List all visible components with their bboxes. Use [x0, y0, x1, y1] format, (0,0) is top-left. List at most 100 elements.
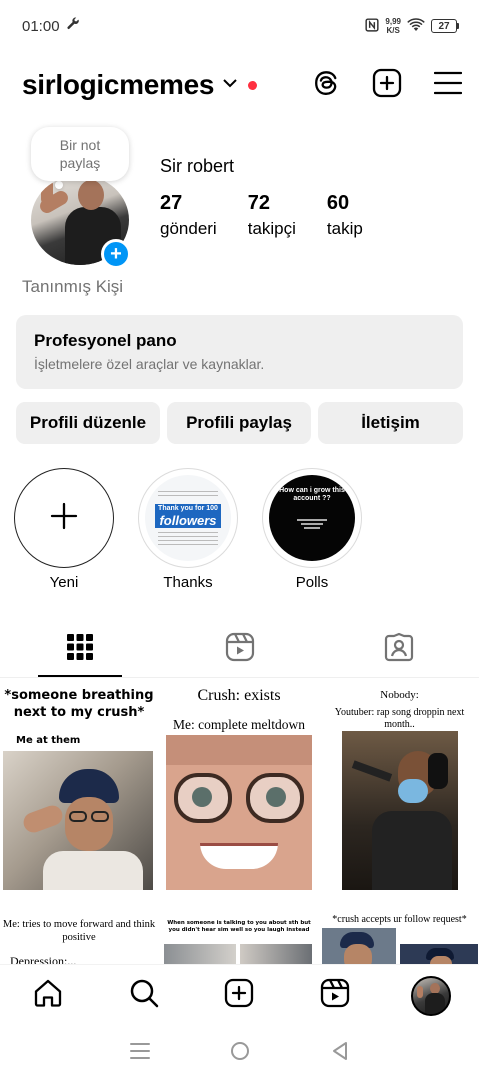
- pro-dashboard-title: Profesyonel pano: [34, 331, 177, 350]
- bottom-navigation: [0, 964, 479, 1026]
- profile-avatar[interactable]: +: [31, 175, 131, 269]
- cover-poll-lines: [297, 517, 327, 531]
- post-thumbnail[interactable]: When someone is talking to you about sth…: [160, 892, 318, 964]
- header-icons: [312, 68, 463, 103]
- account-switcher[interactable]: sirlogicmemes: [22, 69, 258, 101]
- note-line1: Bir not: [59, 137, 101, 153]
- tab-tagged[interactable]: [319, 622, 479, 677]
- post-photo: [240, 944, 312, 964]
- back-icon[interactable]: [331, 1041, 349, 1066]
- profile-category: Tanınmış Kişi: [22, 277, 124, 296]
- tab-posts-grid[interactable]: [0, 622, 160, 677]
- highlight-cover: How can i grow this account ??: [269, 475, 355, 561]
- net-speed-unit: K/S: [386, 26, 400, 35]
- highlight-ring[interactable]: How can i grow this account ??: [262, 468, 362, 568]
- status-right: 9,99 K/S 27: [365, 17, 459, 35]
- profile-header: sirlogicmemes: [22, 62, 463, 108]
- nav-reels[interactable]: [311, 972, 359, 1020]
- post-caption-sub: Youtuber: rap song droppin next month..: [334, 707, 465, 730]
- stat-posts[interactable]: 27 gönderi: [160, 190, 217, 242]
- username[interactable]: sirlogicmemes: [22, 69, 215, 101]
- stat-value: 60: [326, 192, 350, 214]
- post-thumbnail[interactable]: Me: tries to move forward and think posi…: [0, 892, 158, 964]
- pro-dashboard-subtitle: İşletmelere özel araçlar ve kaynaklar.: [34, 356, 265, 372]
- wrench-icon: [66, 17, 80, 35]
- post-caption-top: Me: tries to move forward and think posi…: [2, 919, 156, 943]
- profile-stats: 27 gönderi 72 takipçi 60 takip: [160, 190, 363, 242]
- home-button-icon[interactable]: [230, 1041, 250, 1066]
- recent-apps-icon[interactable]: [130, 1042, 151, 1065]
- chevron-down-icon[interactable]: [222, 76, 238, 94]
- battery-level: 27: [431, 19, 457, 33]
- highlight-label: Yeni: [49, 574, 79, 591]
- cover-big-text: followers: [155, 512, 221, 528]
- post-caption-sub: Me at them: [16, 735, 81, 746]
- system-navigation: [0, 1026, 479, 1080]
- highlight-ring[interactable]: Thank you for 100 followers: [138, 468, 238, 568]
- profile-avatar-icon: [411, 975, 452, 1016]
- post-photo: [3, 751, 153, 890]
- post-caption-top: Nobody:: [380, 689, 419, 701]
- stat-value: 27: [160, 192, 183, 214]
- post-thumbnail[interactable]: *crush accepts ur follow request*: [320, 892, 479, 964]
- create-post-icon[interactable]: [372, 68, 402, 103]
- status-left: 01:00: [22, 17, 80, 35]
- wifi-icon: [407, 18, 425, 34]
- notification-dot: [248, 80, 258, 90]
- profile-tabs: [0, 622, 479, 678]
- post-thumbnail[interactable]: Crush: exists Me: complete meltdown: [160, 679, 318, 890]
- threads-icon[interactable]: [312, 69, 340, 102]
- note-bubble[interactable]: Bir not paylaş: [31, 127, 129, 181]
- post-caption-top: Crush: exists: [197, 687, 281, 704]
- share-profile-button[interactable]: Profili paylaş: [167, 402, 311, 444]
- net-speed-value: 9,99: [385, 17, 401, 26]
- cover-text: How can i grow this account ??: [279, 487, 345, 502]
- stat-value: 72: [247, 192, 270, 214]
- stat-label: takip: [326, 219, 363, 238]
- cover-small-text: Thank you for 100: [155, 503, 221, 513]
- battery-tip: [457, 23, 459, 29]
- highlight-polls[interactable]: How can i grow this account ?? Polls: [262, 468, 362, 591]
- highlight-ring[interactable]: [14, 468, 114, 568]
- status-time: 01:00: [22, 17, 60, 35]
- nav-profile[interactable]: [407, 972, 455, 1020]
- post-photo: [322, 928, 396, 964]
- add-story-icon[interactable]: +: [101, 239, 131, 269]
- post-caption-sub: Depression:...: [10, 954, 77, 964]
- highlight-cover: Thank you for 100 followers: [145, 475, 231, 561]
- cover-lines: [158, 531, 218, 546]
- story-highlights: Yeni Thank you for 100 followers Thanks …: [14, 468, 362, 591]
- status-bar: 01:00 9,99 K/S 27: [0, 0, 479, 52]
- post-photo: [164, 944, 236, 964]
- nfc-icon: [365, 18, 379, 34]
- post-thumbnail[interactable]: *someone breathing next to my crush* Me …: [0, 679, 158, 890]
- tagged-icon: [384, 632, 414, 667]
- stat-label: gönderi: [160, 219, 217, 238]
- plus-icon: [49, 501, 79, 536]
- grid-icon: [66, 634, 93, 665]
- stat-label: takipçi: [247, 219, 296, 238]
- nav-search[interactable]: [120, 972, 168, 1020]
- posts-grid: *someone breathing next to my crush* Me …: [0, 679, 479, 964]
- profile-actions: Profili düzenle Profili paylaş İletişim: [16, 402, 463, 444]
- tab-reels[interactable]: [160, 622, 320, 677]
- post-caption-top: *someone breathing next to my crush*: [4, 688, 154, 720]
- display-name: Sir robert: [160, 156, 235, 176]
- post-photo: [400, 944, 478, 964]
- highlight-new[interactable]: Yeni: [14, 468, 114, 591]
- nav-home[interactable]: [24, 972, 72, 1020]
- note-line2: paylaş: [59, 155, 101, 171]
- stat-following[interactable]: 60 takip: [327, 190, 363, 242]
- menu-icon[interactable]: [433, 71, 463, 100]
- battery-icon: 27: [431, 19, 459, 33]
- post-photo: [342, 731, 458, 890]
- highlight-label: Polls: [295, 574, 329, 591]
- post-thumbnail[interactable]: Nobody: Youtuber: rap song droppin next …: [320, 679, 479, 890]
- edit-profile-button[interactable]: Profili düzenle: [16, 402, 160, 444]
- contact-button[interactable]: İletişim: [318, 402, 463, 444]
- stat-followers[interactable]: 72 takipçi: [248, 190, 296, 242]
- nav-create[interactable]: [215, 972, 263, 1020]
- professional-dashboard[interactable]: Profesyonel pano İşletmelere özel araçla…: [16, 315, 463, 389]
- highlight-thanks[interactable]: Thank you for 100 followers Thanks: [138, 468, 238, 591]
- note-tail: [55, 181, 63, 189]
